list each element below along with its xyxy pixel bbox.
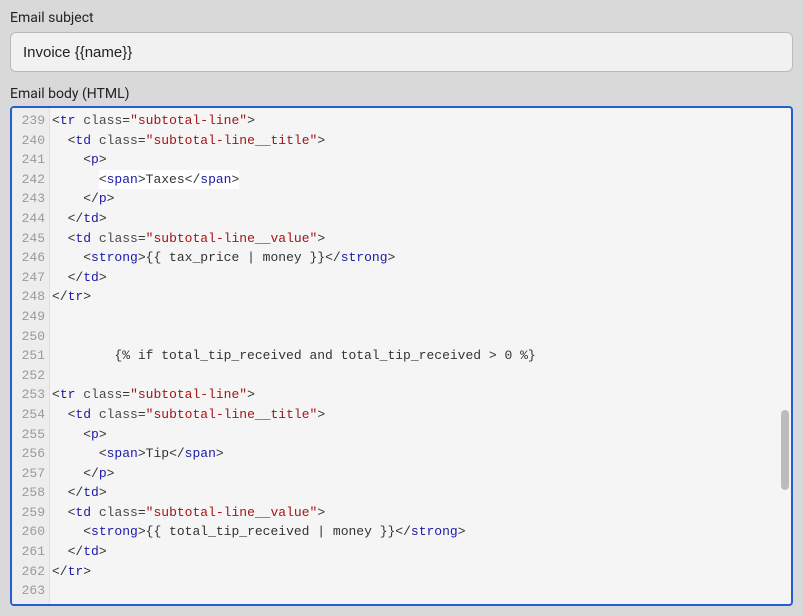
email-body-editor[interactable]: 2392402412422432442452462472482492502512…	[10, 106, 793, 606]
scrollbar-thumb[interactable]	[781, 410, 789, 490]
email-subject-label: Email subject	[10, 10, 793, 26]
email-body-label: Email body (HTML)	[10, 86, 793, 102]
email-subject-input[interactable]	[10, 32, 793, 72]
code-gutter: 2392402412422432442452462472482492502512…	[12, 108, 50, 604]
editor-scrollbar[interactable]	[779, 112, 789, 600]
code-area[interactable]: <tr class="subtotal-line"> <td class="su…	[50, 108, 791, 604]
